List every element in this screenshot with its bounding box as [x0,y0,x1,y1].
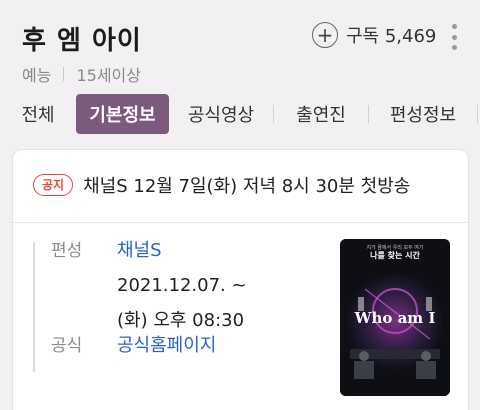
poster-title: Who am I [354,309,436,327]
rating-text: 15세이상 [76,66,141,85]
card-divider [13,222,468,223]
broadcast-channel-link[interactable]: 채널S [117,236,247,266]
genre-text: 예능 [22,66,52,85]
tab-bar: 전체 기본정보 공식영상 출연진 편성정보 [0,94,480,134]
broadcast-info: 편성 채널S 2021.12.07. ~ (화) 오후 08:30 공식 공식홈… [33,240,323,372]
poster-image: 지가 꿈에서 우리 모두 여기 나를 찾는 시간 Who am I [340,239,450,396]
notice-badge: 공지 [33,174,74,196]
broadcast-date: 2021.12.07. ~ [117,275,247,296]
show-meta: 예능 15세이상 [22,62,141,86]
svg-text:지가 꿈에서 우리 모두 여기: 지가 꿈에서 우리 모두 여기 [367,244,424,251]
official-label: 공식 [51,336,83,356]
tab-official-video[interactable]: 공식영상 [169,94,273,134]
tab-divider [477,105,478,123]
tab-all[interactable]: 전체 [0,94,76,134]
header: 후 엠 아이 + 구독 5,469 예능 15세이상 전체 기본정보 공식영상 … [0,0,480,145]
tab-basic-info[interactable]: 기본정보 [76,94,169,134]
show-poster[interactable]: 지가 꿈에서 우리 모두 여기 나를 찾는 시간 Who am I [340,239,450,396]
notice-text: 채널S 12월 7일(화) 저녁 8시 30분 첫방송 [83,176,411,197]
official-homepage-link[interactable]: 공식홈페이지 [117,331,216,361]
poster-tagline: 나를 찾는 시간 [370,250,420,260]
plus-icon: + [312,22,338,48]
tab-schedule[interactable]: 편성정보 [369,94,477,134]
subscribe-button[interactable]: + 구독 5,469 [312,22,436,48]
info-card: 공지 채널S 12월 7일(화) 저녁 8시 30분 첫방송 편성 채널S 20… [12,149,469,410]
meta-divider [63,67,65,81]
official-row: 공식 공식홈페이지 [51,331,216,361]
broadcast-row: 편성 채널S 2021.12.07. ~ (화) 오후 08:30 [51,236,247,336]
more-options-icon[interactable] [448,24,460,50]
broadcast-label: 편성 [51,241,83,261]
show-title: 후 엠 아이 [22,26,142,56]
subscribe-count: 구독 5,469 [346,26,437,47]
tab-cast[interactable]: 출연진 [274,94,368,134]
notice-row[interactable]: 공지 채널S 12월 7일(화) 저녁 8시 30분 첫방송 [33,172,410,198]
